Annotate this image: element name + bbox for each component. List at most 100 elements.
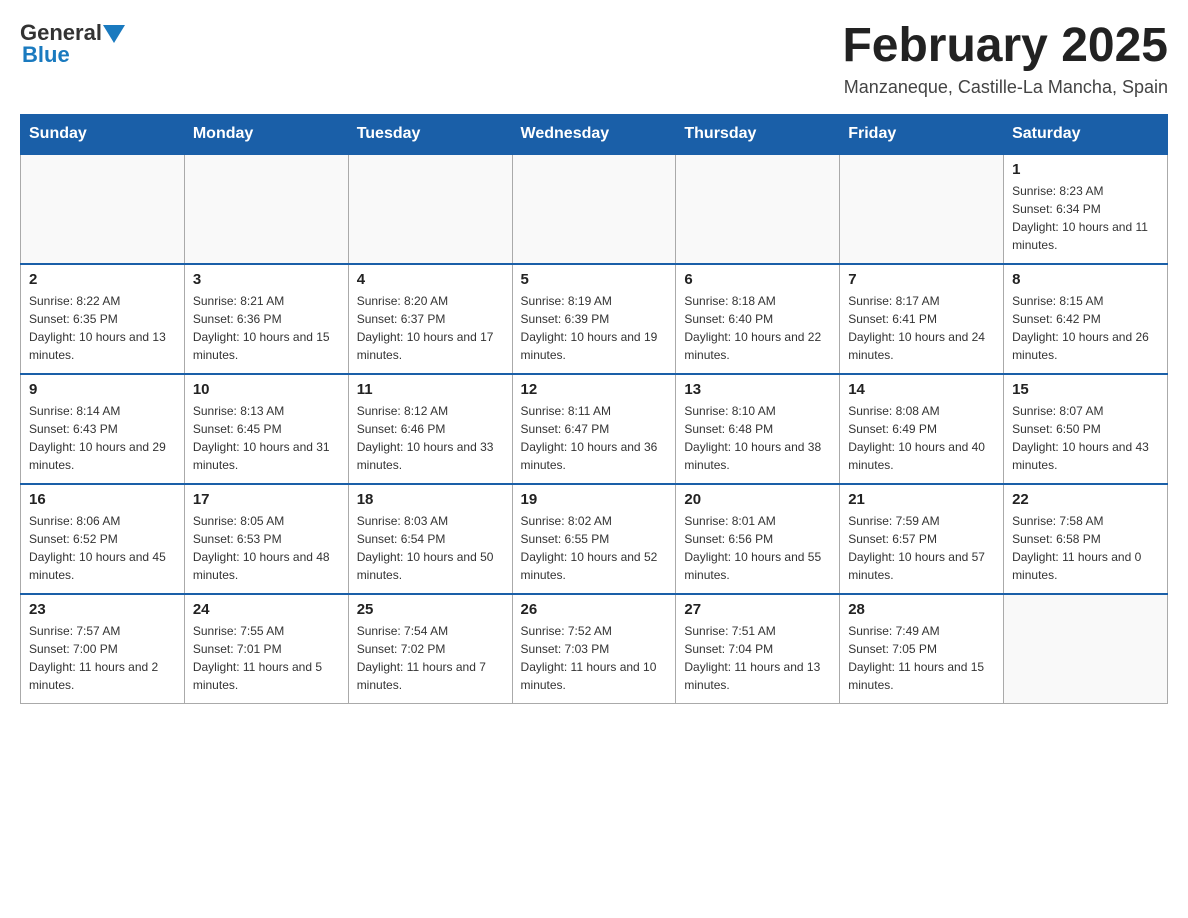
day-cell: 23 Sunrise: 7:57 AMSunset: 7:00 PMDayligh… [21,594,185,704]
day-cell: 12 Sunrise: 8:11 AMSunset: 6:47 PMDayligh… [512,374,676,484]
week-row-1: 1 Sunrise: 8:23 AMSunset: 6:34 PMDaylight… [21,154,1168,264]
day-cell: 8 Sunrise: 8:15 AMSunset: 6:42 PMDaylight… [1004,264,1168,374]
day-info: Sunrise: 8:13 AMSunset: 6:45 PMDaylight:… [193,402,340,474]
day-info: Sunrise: 8:19 AMSunset: 6:39 PMDaylight:… [521,292,668,364]
day-info: Sunrise: 8:14 AMSunset: 6:43 PMDaylight:… [29,402,176,474]
day-info: Sunrise: 8:17 AMSunset: 6:41 PMDaylight:… [848,292,995,364]
day-cell: 2 Sunrise: 8:22 AMSunset: 6:35 PMDaylight… [21,264,185,374]
day-info: Sunrise: 8:20 AMSunset: 6:37 PMDaylight:… [357,292,504,364]
day-cell: 15 Sunrise: 8:07 AMSunset: 6:50 PMDayligh… [1004,374,1168,484]
day-number: 23 [29,601,176,618]
day-info: Sunrise: 8:12 AMSunset: 6:46 PMDaylight:… [357,402,504,474]
day-number: 18 [357,491,504,508]
day-number: 10 [193,381,340,398]
calendar-header-row: SundayMondayTuesdayWednesdayThursdayFrid… [21,114,1168,154]
day-info: Sunrise: 8:08 AMSunset: 6:49 PMDaylight:… [848,402,995,474]
header-sunday: Sunday [21,114,185,154]
week-row-2: 2 Sunrise: 8:22 AMSunset: 6:35 PMDaylight… [21,264,1168,374]
day-info: Sunrise: 7:52 AMSunset: 7:03 PMDaylight:… [521,622,668,694]
day-info: Sunrise: 8:06 AMSunset: 6:52 PMDaylight:… [29,512,176,584]
day-number: 19 [521,491,668,508]
header-monday: Monday [184,114,348,154]
day-cell: 5 Sunrise: 8:19 AMSunset: 6:39 PMDaylight… [512,264,676,374]
day-info: Sunrise: 7:49 AMSunset: 7:05 PMDaylight:… [848,622,995,694]
day-number: 15 [1012,381,1159,398]
day-cell: 14 Sunrise: 8:08 AMSunset: 6:49 PMDayligh… [840,374,1004,484]
day-cell [840,154,1004,264]
day-number: 24 [193,601,340,618]
day-number: 3 [193,271,340,288]
day-info: Sunrise: 7:57 AMSunset: 7:00 PMDaylight:… [29,622,176,694]
day-number: 8 [1012,271,1159,288]
day-cell [676,154,840,264]
day-info: Sunrise: 8:15 AMSunset: 6:42 PMDaylight:… [1012,292,1159,364]
title-block: February 2025 Manzaneque, Castille-La Ma… [842,20,1168,98]
day-cell: 27 Sunrise: 7:51 AMSunset: 7:04 PMDayligh… [676,594,840,704]
calendar-subtitle: Manzaneque, Castille-La Mancha, Spain [842,77,1168,98]
week-row-3: 9 Sunrise: 8:14 AMSunset: 6:43 PMDaylight… [21,374,1168,484]
day-info: Sunrise: 8:05 AMSunset: 6:53 PMDaylight:… [193,512,340,584]
day-number: 13 [684,381,831,398]
day-info: Sunrise: 8:23 AMSunset: 6:34 PMDaylight:… [1012,182,1159,254]
day-info: Sunrise: 8:01 AMSunset: 6:56 PMDaylight:… [684,512,831,584]
logo: General Blue [20,20,127,68]
day-number: 14 [848,381,995,398]
day-number: 12 [521,381,668,398]
calendar-title: February 2025 [842,20,1168,73]
day-number: 27 [684,601,831,618]
day-number: 2 [29,271,176,288]
day-cell: 1 Sunrise: 8:23 AMSunset: 6:34 PMDaylight… [1004,154,1168,264]
calendar-table: SundayMondayTuesdayWednesdayThursdayFrid… [20,114,1168,705]
day-info: Sunrise: 7:54 AMSunset: 7:02 PMDaylight:… [357,622,504,694]
day-number: 11 [357,381,504,398]
day-info: Sunrise: 8:07 AMSunset: 6:50 PMDaylight:… [1012,402,1159,474]
day-cell: 24 Sunrise: 7:55 AMSunset: 7:01 PMDayligh… [184,594,348,704]
header-wednesday: Wednesday [512,114,676,154]
day-info: Sunrise: 7:59 AMSunset: 6:57 PMDaylight:… [848,512,995,584]
day-info: Sunrise: 8:11 AMSunset: 6:47 PMDaylight:… [521,402,668,474]
page-header: General Blue February 2025 Manzaneque, C… [20,20,1168,98]
day-number: 5 [521,271,668,288]
day-number: 20 [684,491,831,508]
day-number: 26 [521,601,668,618]
header-thursday: Thursday [676,114,840,154]
day-info: Sunrise: 8:22 AMSunset: 6:35 PMDaylight:… [29,292,176,364]
day-info: Sunrise: 8:21 AMSunset: 6:36 PMDaylight:… [193,292,340,364]
day-cell [512,154,676,264]
day-number: 21 [848,491,995,508]
day-cell [184,154,348,264]
logo-blue-text: Blue [22,42,70,67]
day-cell: 4 Sunrise: 8:20 AMSunset: 6:37 PMDaylight… [348,264,512,374]
day-cell [348,154,512,264]
day-cell: 25Sunrise: 7:54 AMSunset: 7:02 PMDayligh… [348,594,512,704]
day-number: 16 [29,491,176,508]
day-info: Sunrise: 8:02 AMSunset: 6:55 PMDaylight:… [521,512,668,584]
day-cell: 7Sunrise: 8:17 AMSunset: 6:41 PMDaylight… [840,264,1004,374]
day-info: Sunrise: 8:10 AMSunset: 6:48 PMDaylight:… [684,402,831,474]
week-row-5: 23 Sunrise: 7:57 AMSunset: 7:00 PMDayligh… [21,594,1168,704]
day-cell: 13 Sunrise: 8:10 AMSunset: 6:48 PMDayligh… [676,374,840,484]
day-cell [1004,594,1168,704]
day-info: Sunrise: 7:51 AMSunset: 7:04 PMDaylight:… [684,622,831,694]
day-cell: 6Sunrise: 8:18 AMSunset: 6:40 PMDaylight… [676,264,840,374]
day-cell [21,154,185,264]
day-number: 1 [1012,161,1159,178]
day-cell: 18Sunrise: 8:03 AMSunset: 6:54 PMDayligh… [348,484,512,594]
day-cell: 17 Sunrise: 8:05 AMSunset: 6:53 PMDayligh… [184,484,348,594]
header-friday: Friday [840,114,1004,154]
day-cell: 16 Sunrise: 8:06 AMSunset: 6:52 PMDayligh… [21,484,185,594]
header-tuesday: Tuesday [348,114,512,154]
day-cell: 20 Sunrise: 8:01 AMSunset: 6:56 PMDayligh… [676,484,840,594]
day-number: 17 [193,491,340,508]
day-number: 28 [848,601,995,618]
day-cell: 22Sunrise: 7:58 AMSunset: 6:58 PMDayligh… [1004,484,1168,594]
day-cell: 21 Sunrise: 7:59 AMSunset: 6:57 PMDayligh… [840,484,1004,594]
day-number: 9 [29,381,176,398]
day-cell: 3 Sunrise: 8:21 AMSunset: 6:36 PMDaylight… [184,264,348,374]
logo-icon [102,20,127,46]
day-number: 4 [357,271,504,288]
day-cell: 10 Sunrise: 8:13 AMSunset: 6:45 PMDayligh… [184,374,348,484]
day-cell: 28 Sunrise: 7:49 AMSunset: 7:05 PMDayligh… [840,594,1004,704]
day-info: Sunrise: 7:55 AMSunset: 7:01 PMDaylight:… [193,622,340,694]
day-number: 6 [684,271,831,288]
